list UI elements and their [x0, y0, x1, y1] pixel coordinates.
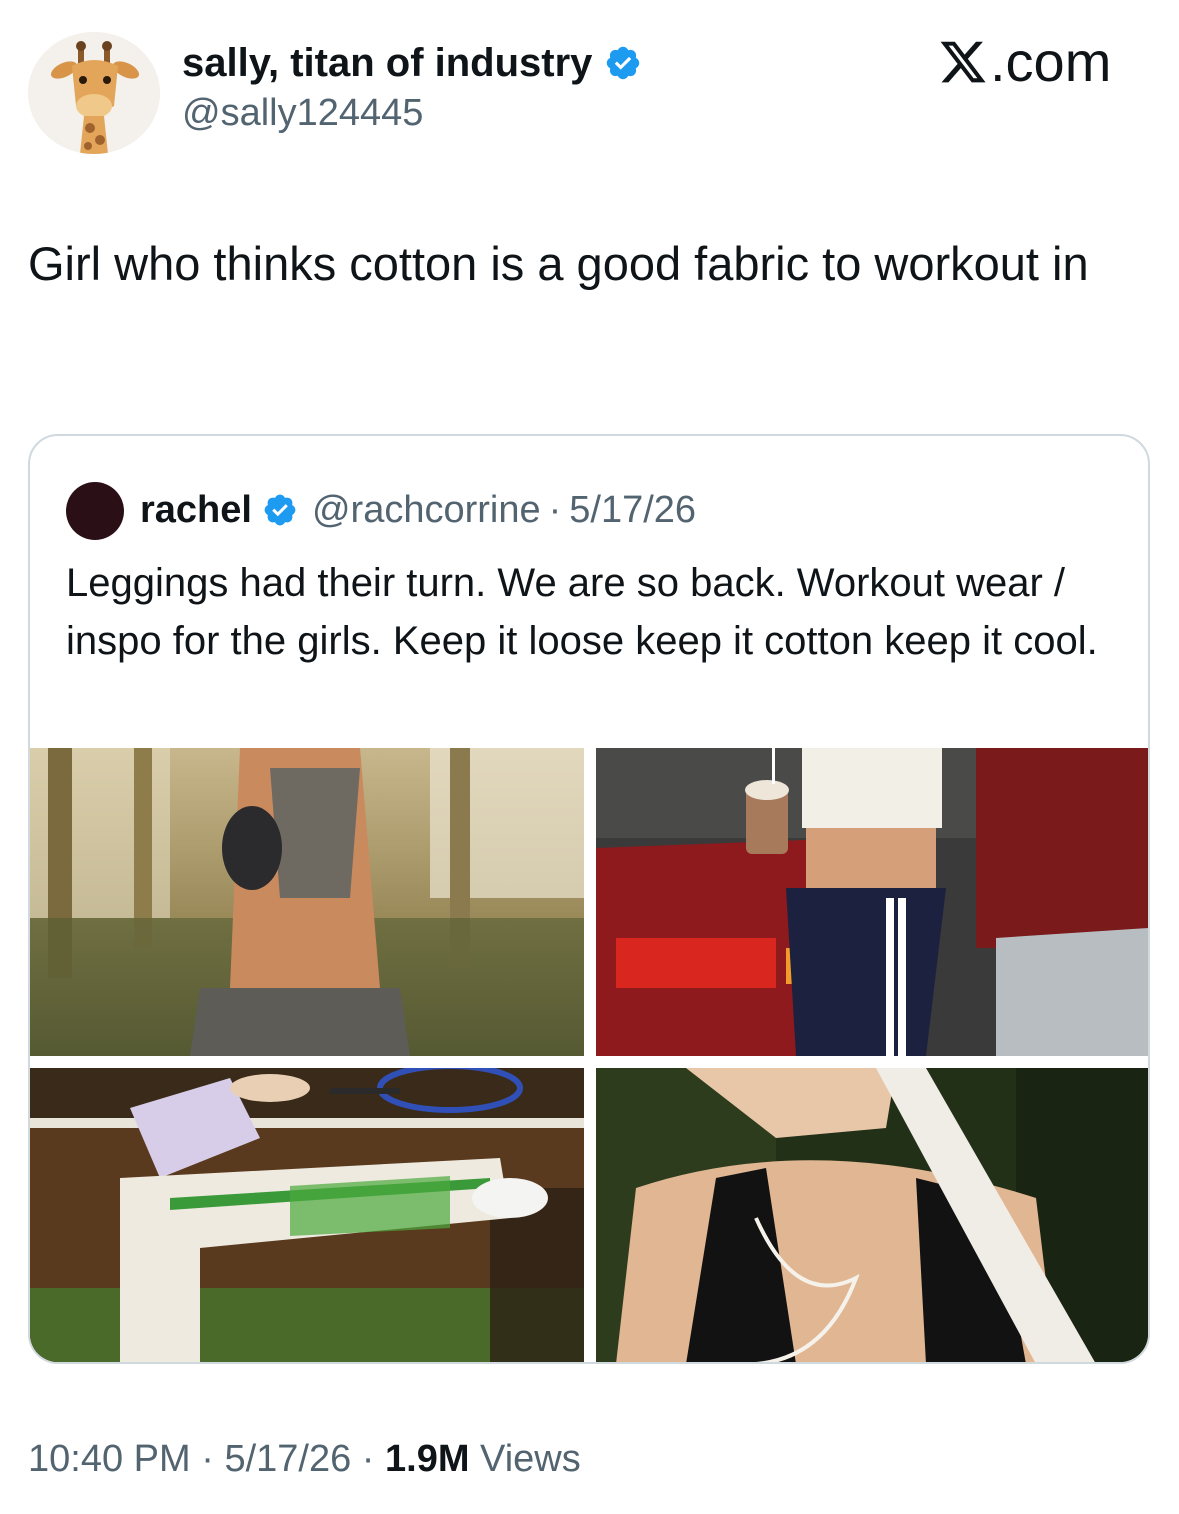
- author-display-name[interactable]: sally, titan of industry: [182, 40, 642, 86]
- x-logo-icon: [940, 41, 986, 83]
- quoted-tweet-header: rachel @rachcorrine · 5/17/26: [140, 482, 696, 538]
- author-name-text: sally, titan of industry: [182, 41, 593, 85]
- x-com-logo: .com: [938, 30, 1111, 94]
- site-logo-text: .com: [990, 30, 1112, 93]
- tweet-time[interactable]: 10:40 PM: [28, 1438, 191, 1480]
- photo-woman-black-tank-top-icon: [596, 1068, 1148, 1362]
- quoted-tweet-text: Leggings had their turn. We are so back.…: [66, 561, 1098, 663]
- tweet-meta: 10:40 PM · 5/17/26 · 1.9M Views: [28, 1436, 581, 1482]
- quoted-separator: ·: [548, 489, 562, 531]
- media-photo-1[interactable]: [30, 748, 584, 1056]
- giraffe-avatar-icon: [28, 32, 160, 154]
- quoted-author-name[interactable]: rachel: [140, 482, 252, 538]
- quoted-author-avatar[interactable]: [66, 482, 124, 540]
- verified-badge-icon: [264, 494, 296, 526]
- media-photo-3[interactable]: [30, 1068, 584, 1362]
- author-handle[interactable]: @sally124445: [182, 90, 423, 136]
- author-avatar[interactable]: [28, 32, 160, 154]
- media-photo-4[interactable]: [596, 1068, 1148, 1362]
- meta-separator: ·: [190, 1438, 225, 1480]
- quoted-tweet-card[interactable]: rachel @rachcorrine · 5/17/26 Leggings h…: [28, 434, 1150, 1364]
- photo-woman-track-pants-drink-icon: [596, 748, 1148, 1056]
- tweet-date[interactable]: 5/17/26: [224, 1438, 351, 1480]
- verified-badge-icon: [607, 46, 640, 80]
- meta-separator: ·: [351, 1438, 386, 1480]
- tweet-text: Girl who thinks cotton is a good fabric …: [28, 237, 1089, 290]
- photo-woman-sports-bra-joggers-icon: [30, 748, 584, 1056]
- quoted-tweet-date[interactable]: 5/17/26: [569, 482, 696, 538]
- photo-tennis-player-stretching-icon: [30, 1068, 584, 1362]
- quoted-media-grid: [30, 748, 1148, 1362]
- quoted-author-handle[interactable]: @rachcorrine: [312, 482, 541, 538]
- media-photo-2[interactable]: [596, 748, 1148, 1056]
- views-label: Views: [469, 1438, 581, 1480]
- views-count[interactable]: 1.9M: [385, 1438, 469, 1480]
